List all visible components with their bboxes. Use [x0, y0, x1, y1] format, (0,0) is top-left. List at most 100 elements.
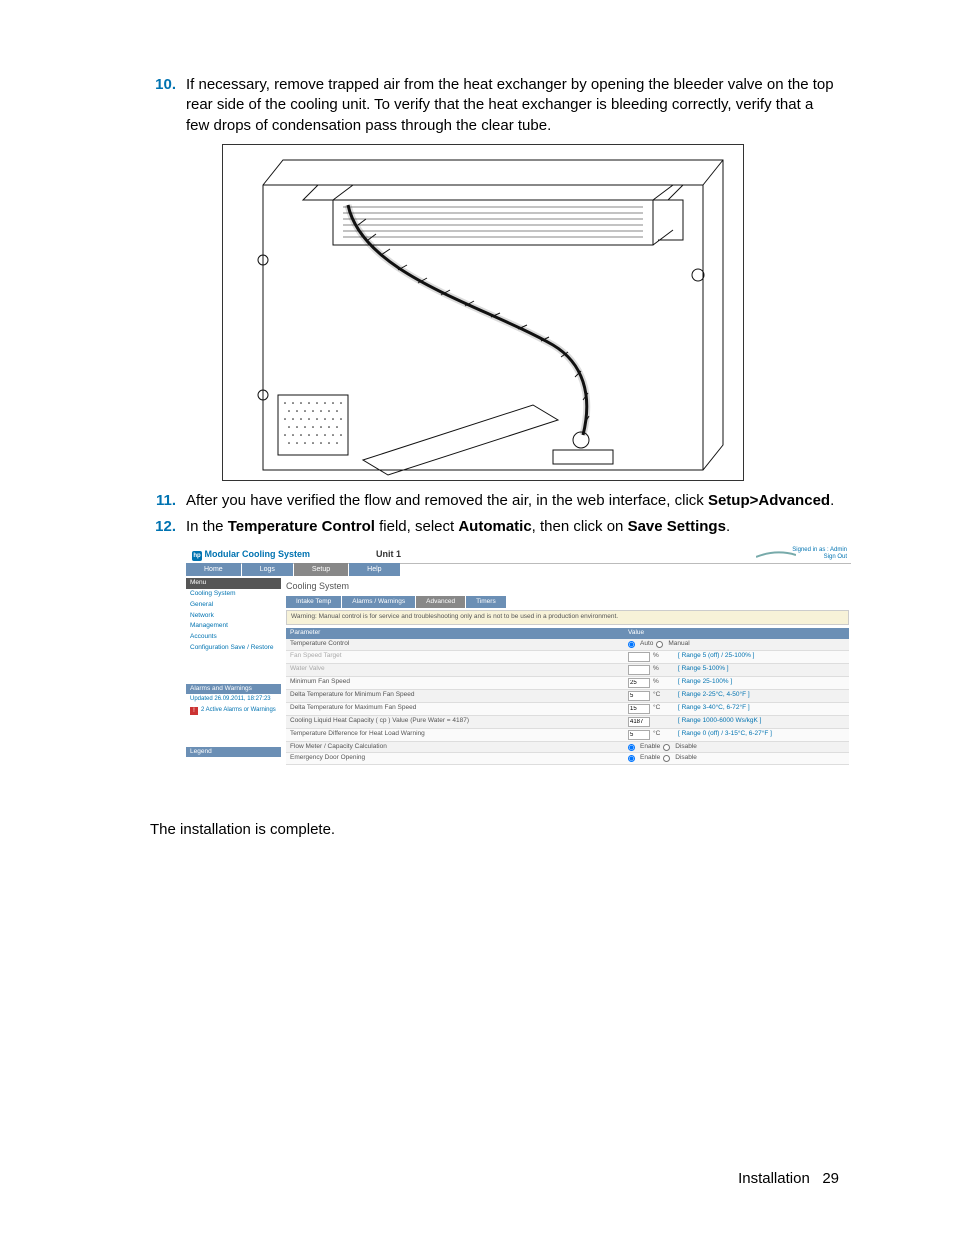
menu-accounts[interactable]: Accounts [186, 632, 281, 643]
tab-logs[interactable]: Logs [242, 563, 293, 576]
p4: . [726, 518, 730, 535]
input-heat-cap[interactable] [628, 717, 650, 727]
table-header: Parameter Value [286, 628, 849, 639]
p2: field, select [375, 518, 458, 535]
menu-management[interactable]: Management [186, 621, 281, 632]
warning-banner: Warning: Manual control is for service a… [286, 610, 849, 625]
param-label: Fan Speed Target [286, 651, 624, 663]
radio-auto[interactable] [628, 641, 635, 648]
param-value: %[ Range 5-100% ] [624, 664, 849, 676]
unit-label: % [653, 652, 675, 661]
param-label: Flow Meter / Capacity Calculation [286, 742, 624, 753]
range-label: [ Range 0 (off) / 3-15°C, 6-27°F ] [678, 730, 772, 739]
radio-disable[interactable] [663, 744, 670, 751]
step-11: 11. After you have verified the flow and… [150, 491, 840, 511]
hp-logo-icon: hp [192, 551, 202, 561]
row-min-fan: Minimum Fan Speed %[ Range 25-100% ] [286, 677, 849, 690]
input-delta-max[interactable] [628, 704, 650, 714]
range-label: [ Range 1000-6000 Ws/kgK ] [678, 717, 761, 726]
footer-section: Installation [738, 1170, 810, 1187]
alarms-count-row[interactable]: ! 2 Active Alarms or Warnings [186, 704, 281, 716]
subtab-intake[interactable]: Intake Temp [286, 596, 341, 608]
input-min-fan[interactable] [628, 678, 650, 688]
diagram-svg [223, 145, 743, 480]
signed-in-label: Signed in as : Admin [792, 547, 847, 553]
instruction-list: 10. If necessary, remove trapped air fro… [150, 75, 840, 765]
disable-label: Disable [675, 754, 697, 763]
unit-label: °C [653, 691, 675, 700]
panel-title: Cooling System [286, 578, 849, 596]
row-temp-control: Temperature Control Auto Manual [286, 639, 849, 651]
row-emergency-door: Emergency Door Opening Enable Disable [286, 753, 849, 765]
range-label: [ Range 5-100% ] [678, 665, 729, 674]
signout-link[interactable]: Sign Out [824, 554, 847, 560]
unit-title: Unit 1 [376, 548, 401, 560]
radio-auto-label: Auto [640, 640, 653, 649]
alarms-updated: Updated 26.09.2011, 18:27:23 [186, 694, 281, 704]
input-delta-min[interactable] [628, 691, 650, 701]
param-value: Auto Manual [624, 639, 849, 650]
radio-enable[interactable] [628, 755, 635, 762]
param-value: °C[ Range 3-40°C, 6-72°F ] [624, 703, 849, 715]
input-water-valve[interactable] [628, 665, 650, 675]
subtab-alarms[interactable]: Alarms / Warnings [342, 596, 415, 608]
radio-disable[interactable] [663, 755, 670, 762]
menu-config[interactable]: Configuration Save / Restore [186, 643, 281, 654]
alarms-header: Alarms and Warnings [186, 684, 281, 695]
tab-home[interactable]: Home [186, 563, 241, 576]
menu-header: Menu [186, 578, 281, 589]
col-parameter: Parameter [286, 628, 624, 639]
step-text-bold: Setup>Advanced [708, 492, 830, 509]
row-flow-meter: Flow Meter / Capacity Calculation Enable… [286, 742, 849, 754]
step-number: 10. [150, 75, 176, 95]
subtab-advanced[interactable]: Advanced [416, 596, 465, 608]
page-footer: Installation 29 [738, 1170, 839, 1187]
web-interface-screenshot: hp Modular Cooling System Unit 1 Signed … [186, 545, 851, 765]
sub-tabs: Intake TempAlarms / WarningsAdvancedTime… [286, 596, 849, 608]
param-label: Temperature Difference for Heat Load War… [286, 729, 624, 741]
alarm-icon: ! [190, 707, 198, 715]
row-temp-diff-warn: Temperature Difference for Heat Load War… [286, 729, 849, 742]
input-fan-target[interactable] [628, 652, 650, 662]
subtab-timers[interactable]: Timers [466, 596, 506, 608]
step-number: 11. [150, 491, 176, 511]
p3: , then click on [532, 518, 628, 535]
enable-label: Enable [640, 743, 660, 752]
unit-label: °C [653, 704, 675, 713]
menu-cooling[interactable]: Cooling System [186, 589, 281, 600]
legend-header: Legend [186, 747, 281, 758]
signout-area[interactable]: Signed in as : Admin Sign Out [792, 547, 847, 560]
range-label: [ Range 25-100% ] [678, 678, 732, 687]
cooling-unit-diagram [222, 144, 744, 481]
main-panel: Cooling System Intake TempAlarms / Warni… [286, 578, 849, 765]
row-delta-max: Delta Temperature for Maximum Fan Speed … [286, 703, 849, 716]
param-label: Cooling Liquid Heat Capacity ( cp ) Valu… [286, 716, 624, 728]
product-name: hp Modular Cooling System [192, 548, 310, 561]
completion-text: The installation is complete. [150, 821, 840, 838]
unit-label: °C [653, 730, 675, 739]
step-10: 10. If necessary, remove trapped air fro… [150, 75, 840, 481]
p1: In the [186, 518, 228, 535]
radio-enable[interactable] [628, 744, 635, 751]
radio-manual[interactable] [656, 641, 663, 648]
header-bar: hp Modular Cooling System Unit 1 Signed … [186, 545, 851, 564]
unit-label: % [653, 678, 675, 687]
sidebar: Menu Cooling System General Network Mana… [186, 578, 281, 757]
input-temp-diff[interactable] [628, 730, 650, 740]
range-label: [ Range 5 (off) / 25-100% ] [678, 652, 754, 661]
param-value: %[ Range 25-100% ] [624, 677, 849, 689]
menu-general[interactable]: General [186, 600, 281, 611]
enable-label: Enable [640, 754, 660, 763]
tab-help[interactable]: Help [349, 563, 399, 576]
param-label: Emergency Door Opening [286, 753, 624, 764]
param-value: °C[ Range 0 (off) / 3-15°C, 6-27°F ] [624, 729, 849, 741]
menu-network[interactable]: Network [186, 611, 281, 622]
tab-setup[interactable]: Setup [294, 563, 348, 576]
param-value: %[ Range 5 (off) / 25-100% ] [624, 651, 849, 663]
table-body: Temperature Control Auto Manual Fan Spee… [286, 639, 849, 765]
product-label: Modular Cooling System [205, 549, 311, 559]
step-number: 12. [150, 517, 176, 537]
step-text-post: . [830, 492, 834, 509]
param-value: [ Range 1000-6000 Ws/kgK ] [624, 716, 849, 728]
b3: Save Settings [628, 518, 726, 535]
